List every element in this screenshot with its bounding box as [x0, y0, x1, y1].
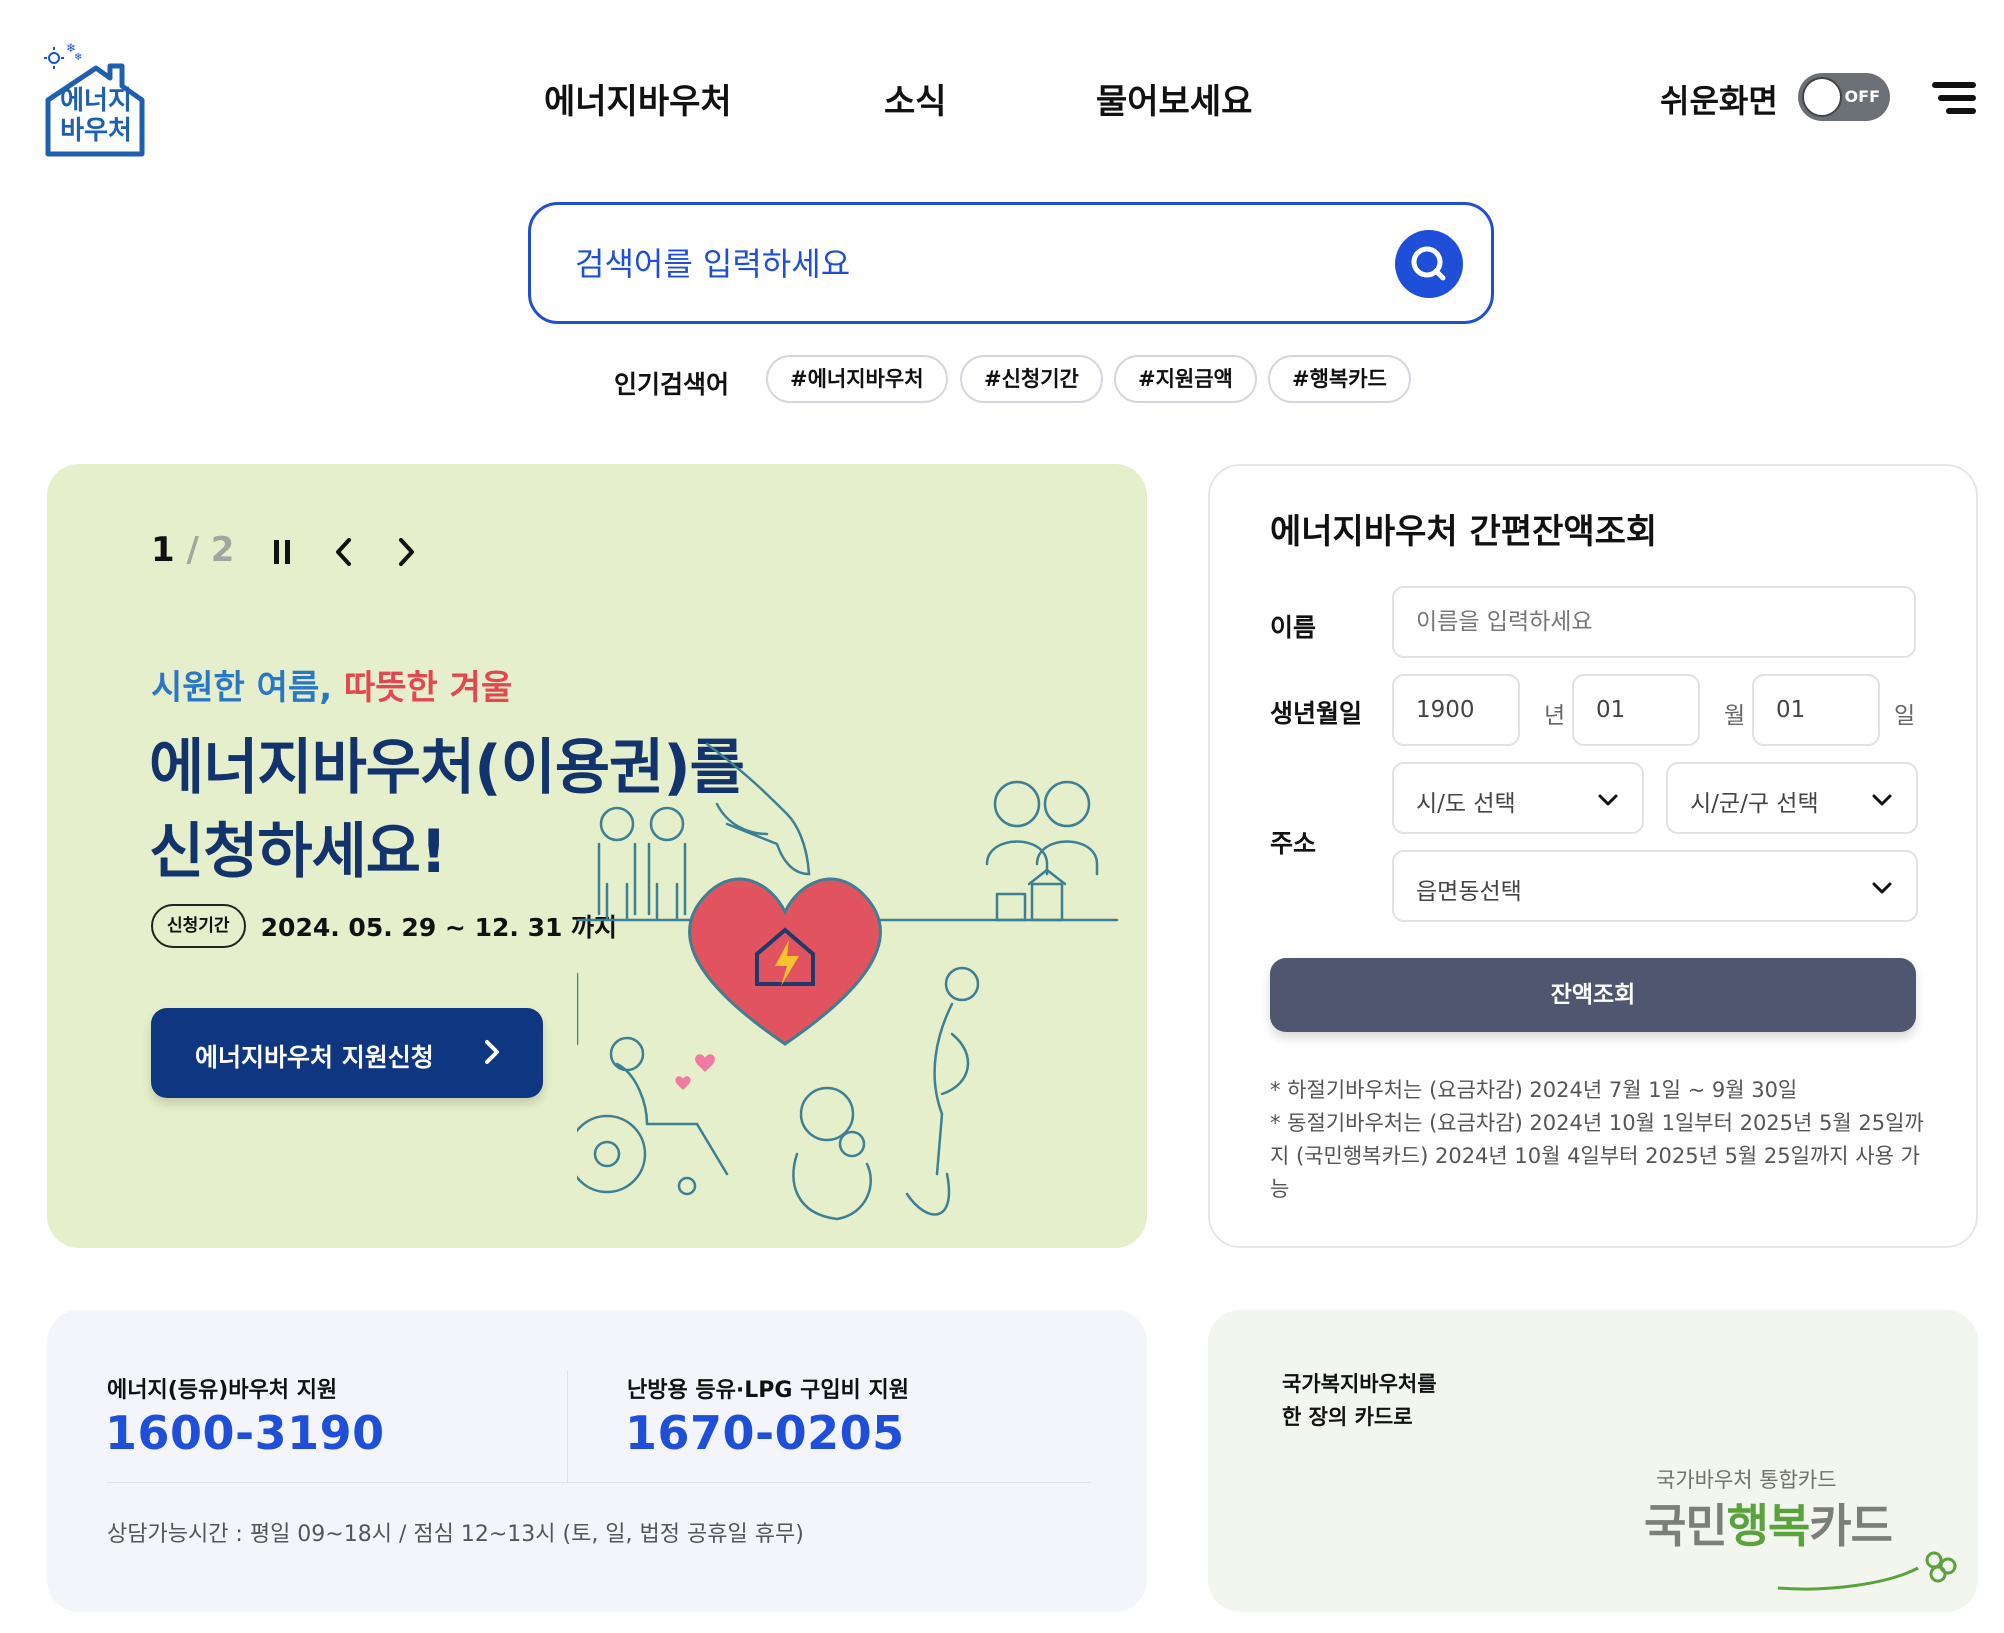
birth-year-unit: 년: [1544, 703, 1566, 729]
contact-number-heating[interactable]: 1670-0205: [625, 1406, 905, 1460]
toggle-knob: [1802, 77, 1842, 117]
birth-label: 생년월일: [1270, 699, 1363, 728]
period-badge: 신청기간: [151, 904, 246, 948]
birth-month-input[interactable]: [1572, 674, 1700, 746]
card-text: 국가복지바우처를 한 장의 카드로: [1282, 1368, 1437, 1434]
period-text: 2024. 05. 29 ~ 12. 31 까지: [260, 913, 618, 942]
slide-current: 1: [151, 530, 175, 570]
birth-day-unit: 일: [1894, 703, 1916, 729]
hamburger-menu-icon[interactable]: [1932, 80, 1976, 116]
birth-month-unit: 월: [1724, 703, 1746, 729]
application-period: 신청기간 2024. 05. 29 ~ 12. 31 까지: [151, 904, 617, 950]
card-logo-part1: 국민: [1644, 1499, 1728, 1553]
chevron-down-icon: [1598, 794, 1618, 806]
card-text-line1: 국가복지바우처를: [1282, 1372, 1437, 1396]
easy-screen-toggle[interactable]: OFF: [1798, 73, 1890, 121]
eup-select[interactable]: 읍면동선택: [1392, 850, 1918, 922]
apply-button-label: 에너지바우처 지원신청: [195, 1043, 434, 1072]
popular-tag[interactable]: #지원금액: [1114, 355, 1257, 403]
chevron-down-icon: [1872, 882, 1892, 894]
nav-item-news[interactable]: 소식: [884, 74, 947, 123]
balance-check-panel: 에너지바우처 간편잔액조회 이름 생년월일 년 월 일 주소 시/도 선택 시/…: [1208, 464, 1978, 1248]
eup-select-value: 읍면동선택: [1416, 879, 1522, 905]
summer-note: * 하절기바우처는 (요금차감) 2024년 7월 1일 ~ 9월 30일: [1270, 1078, 1798, 1102]
slide-total: 2: [210, 530, 235, 570]
chevron-right-icon[interactable]: [389, 532, 423, 572]
name-label: 이름: [1270, 613, 1317, 642]
contact-hours: 상담가능시간 : 평일 09~18시 / 점심 12~13시 (토, 일, 법정…: [107, 1522, 804, 1547]
balance-check-button[interactable]: 잔액조회: [1270, 958, 1916, 1032]
nav-item-energy-voucher[interactable]: 에너지바우처: [544, 74, 732, 123]
search-icon: [1411, 246, 1446, 281]
pause-icon[interactable]: [265, 532, 299, 572]
toggle-state: OFF: [1844, 87, 1880, 106]
contact-label-heating: 난방용 등유·LPG 구입비 지원: [627, 1378, 909, 1403]
promo-banner: 1 / 2 시원한 여름, 따뜻한 겨울 에너지바우처(이용권)를 신청하세요!…: [47, 464, 1147, 1248]
contact-label-energy: 에너지(등유)바우처 지원: [107, 1378, 338, 1403]
birth-day-input[interactable]: [1752, 674, 1880, 746]
search-input[interactable]: [575, 235, 1355, 293]
address-label: 주소: [1270, 829, 1317, 858]
clover-icon: [1777, 1551, 1957, 1591]
name-input[interactable]: [1392, 586, 1916, 658]
popular-tag[interactable]: #행복카드: [1268, 355, 1411, 403]
popular-tag[interactable]: #에너지바우처: [766, 355, 948, 403]
chevron-left-icon[interactable]: [327, 532, 361, 572]
contact-separator: [107, 1482, 1091, 1483]
birth-year-input[interactable]: [1392, 674, 1520, 746]
nav-item-ask[interactable]: 물어보세요: [1096, 74, 1252, 123]
apply-button[interactable]: 에너지바우처 지원신청: [151, 1008, 543, 1098]
search-box: [528, 202, 1494, 324]
svg-text:❄: ❄: [74, 52, 82, 63]
contact-panel: 에너지(등유)바우처 지원 1600-3190 난방용 등유·LPG 구입비 지…: [47, 1310, 1147, 1612]
banner-subtitle: 시원한 여름, 따뜻한 겨울: [151, 660, 512, 709]
popular-tag[interactable]: #신청기간: [960, 355, 1103, 403]
contact-number-energy[interactable]: 1600-3190: [105, 1406, 385, 1460]
illustration-people-heart: [577, 742, 1119, 1221]
sigungu-select[interactable]: 시/군/구 선택: [1666, 762, 1918, 834]
slide-pager: 1 / 2: [151, 530, 234, 570]
card-logo-part2: 행복: [1726, 1499, 1811, 1553]
card-logo-part3: 카드: [1809, 1499, 1893, 1553]
chevron-right-icon: [485, 1040, 499, 1064]
happiness-card-panel[interactable]: 국가복지바우처를 한 장의 카드로 국가바우처 통합카드 국민행복카드: [1208, 1310, 1978, 1612]
contact-divider: [567, 1370, 568, 1482]
chevron-down-icon: [1872, 794, 1892, 806]
easy-screen-label: 쉬운화면: [1660, 82, 1778, 120]
winter-note: * 동절기바우처는 (요금차감) 2024년 10월 1일부터 2025년 5월…: [1270, 1111, 1924, 1201]
popular-label: 인기검색어: [614, 370, 730, 399]
popular-searches: 인기검색어 #에너지바우처 #신청기간 #지원금액 #행복카드: [0, 355, 2004, 405]
slide-separator: /: [186, 530, 199, 570]
sido-select[interactable]: 시/도 선택: [1392, 762, 1644, 834]
card-text-line2: 한 장의 카드로: [1282, 1405, 1413, 1429]
sigungu-select-value: 시/군/구 선택: [1690, 791, 1819, 817]
balance-title: 에너지바우처 간편잔액조회: [1270, 512, 1658, 552]
happiness-card-logo: 국민행복카드: [1644, 1490, 1893, 1556]
search-button[interactable]: [1395, 230, 1463, 298]
subtitle-summer: 시원한 여름,: [151, 668, 333, 708]
subtitle-winter: 따뜻한 겨울: [344, 668, 513, 708]
sido-select-value: 시/도 선택: [1416, 791, 1516, 817]
